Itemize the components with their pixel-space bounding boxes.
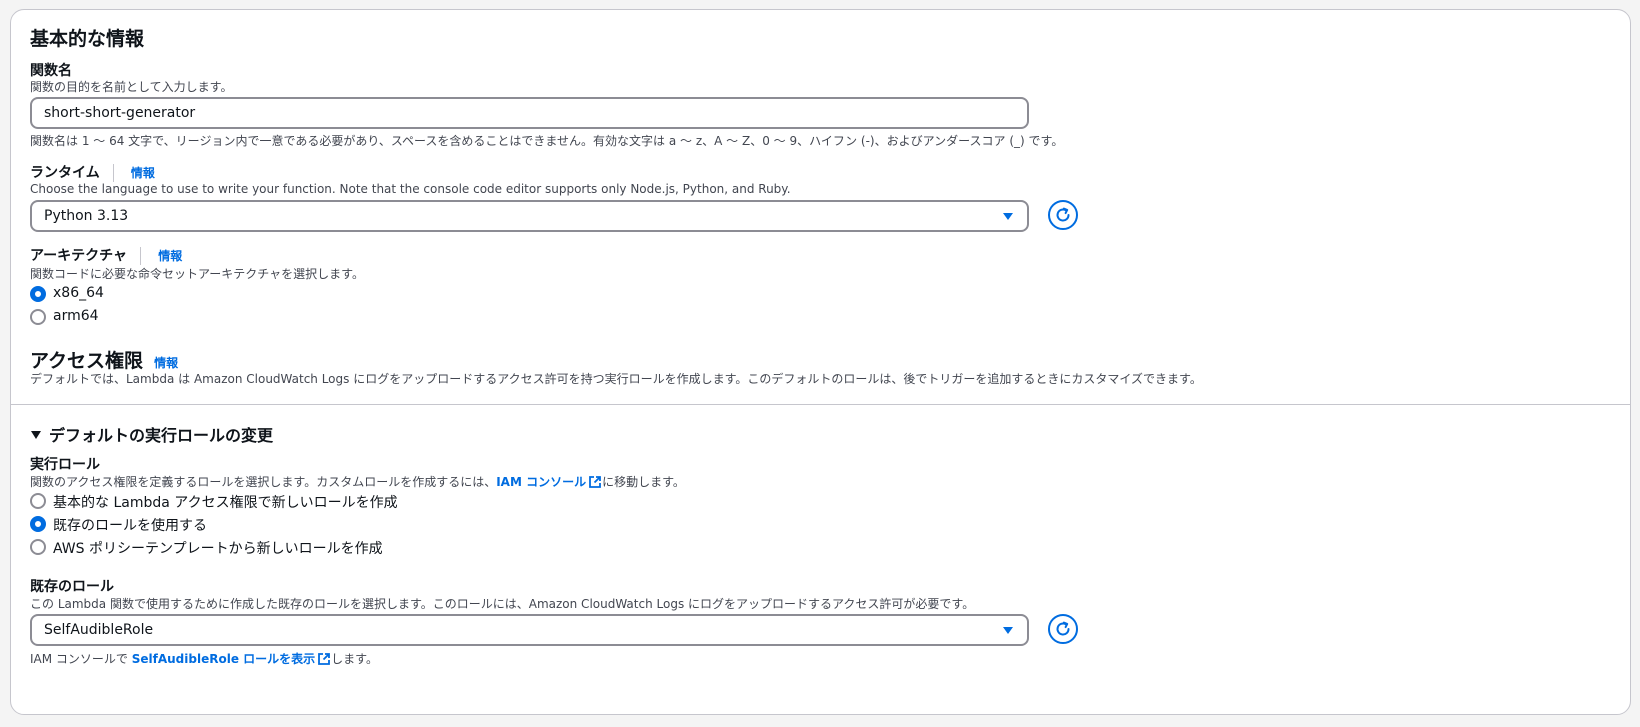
iam-console-link[interactable]: IAM コンソール xyxy=(496,475,602,489)
radio-x86-64-label[interactable]: x86_64 xyxy=(53,285,104,301)
iam-console-link-label[interactable]: IAM コンソール xyxy=(496,475,586,489)
function-name-constraint: 関数名は 1 〜 64 文字で、リージョン内で一意である必要があり、スペースを含… xyxy=(30,134,1064,148)
expand-triangle-icon xyxy=(31,431,41,439)
external-link-icon xyxy=(589,476,601,488)
runtime-description: Choose the language to use to write your… xyxy=(30,182,791,196)
function-name-input[interactable] xyxy=(30,97,1029,129)
caret-down-icon xyxy=(1003,213,1013,220)
function-name-description: 関数の目的を名前として入力します。 xyxy=(30,80,233,94)
runtime-selected-value: Python 3.13 xyxy=(44,208,129,224)
architecture-description: 関数コードに必要な命令セットアーキテクチャを選択します。 xyxy=(30,267,364,281)
execution-role-description-tail: に移動します。 xyxy=(602,475,685,489)
execution-role-label: 実行ロール xyxy=(30,457,100,473)
permissions-heading: アクセス権限 xyxy=(30,350,144,372)
create-function-panel: 基本的な情報 関数名 関数の目的を名前として入力します。 関数名は 1 〜 64… xyxy=(10,9,1631,715)
radio-x86-64[interactable] xyxy=(30,286,46,302)
execution-role-description-text: 関数のアクセス権限を定義するロールを選択します。カスタムロールを作成するには、 xyxy=(30,475,497,489)
permissions-info-link[interactable]: 情報 xyxy=(154,356,178,370)
caret-down-icon xyxy=(1003,627,1013,634)
separator xyxy=(112,163,114,182)
refresh-icon xyxy=(1056,621,1070,636)
runtime-header: ランタイム 情報 xyxy=(30,162,155,182)
view-role-link[interactable]: SelfAudibleRole ロールを表示 xyxy=(132,652,331,666)
radio-policy-template-role[interactable] xyxy=(30,539,46,555)
change-default-role-label: デフォルトの実行ロールの変更 xyxy=(49,426,274,445)
runtime-refresh-button[interactable] xyxy=(1048,200,1078,230)
execution-role-description: 関数のアクセス権限を定義するロールを選択します。カスタムロールを作成するには、I… xyxy=(30,473,685,490)
architecture-info-link[interactable]: 情報 xyxy=(158,249,182,263)
architecture-label: アーキテクチャ xyxy=(30,248,128,264)
view-role-link-label[interactable]: SelfAudibleRole ロールを表示 xyxy=(132,652,315,666)
radio-policy-template-role-label[interactable]: AWS ポリシーテンプレートから新しいロールを作成 xyxy=(53,538,383,558)
section-divider xyxy=(11,404,1630,405)
radio-use-existing-role-label[interactable]: 既存のロールを使用する xyxy=(53,515,207,535)
change-default-role-toggle[interactable]: デフォルトの実行ロールの変更 xyxy=(31,422,273,446)
architecture-header: アーキテクチャ 情報 xyxy=(30,245,182,265)
radio-use-existing-role[interactable] xyxy=(30,516,46,532)
existing-role-label: 既存のロール xyxy=(30,579,114,595)
basic-info-heading: 基本的な情報 xyxy=(30,28,145,50)
radio-create-basic-role[interactable] xyxy=(30,493,46,509)
runtime-label: ランタイム xyxy=(30,165,100,181)
existing-role-refresh-button[interactable] xyxy=(1048,614,1078,644)
permissions-description: デフォルトでは、Lambda は Amazon CloudWatch Logs … xyxy=(30,372,1202,386)
existing-role-footer: IAM コンソールで SelfAudibleRole ロールを表示 します。 xyxy=(30,650,378,667)
existing-role-selected-value: SelfAudibleRole xyxy=(44,622,154,638)
existing-role-description: この Lambda 関数で使用するために作成した既存のロールを選択します。このロ… xyxy=(30,597,975,611)
permissions-header: アクセス権限 情報 xyxy=(30,346,178,373)
separator xyxy=(140,246,142,265)
function-name-label: 関数名 xyxy=(30,63,72,79)
refresh-icon xyxy=(1056,207,1070,222)
radio-arm64[interactable] xyxy=(30,309,46,325)
existing-role-select[interactable]: SelfAudibleRole xyxy=(30,614,1029,646)
radio-create-basic-role-label[interactable]: 基本的な Lambda アクセス権限で新しいロールを作成 xyxy=(53,492,398,512)
radio-arm64-label[interactable]: arm64 xyxy=(53,308,99,324)
runtime-info-link[interactable]: 情報 xyxy=(131,166,155,180)
existing-role-footer-tail: します。 xyxy=(331,652,378,666)
existing-role-footer-text: IAM コンソールで xyxy=(30,652,132,666)
runtime-select[interactable]: Python 3.13 xyxy=(30,200,1029,232)
external-link-icon xyxy=(318,653,331,665)
